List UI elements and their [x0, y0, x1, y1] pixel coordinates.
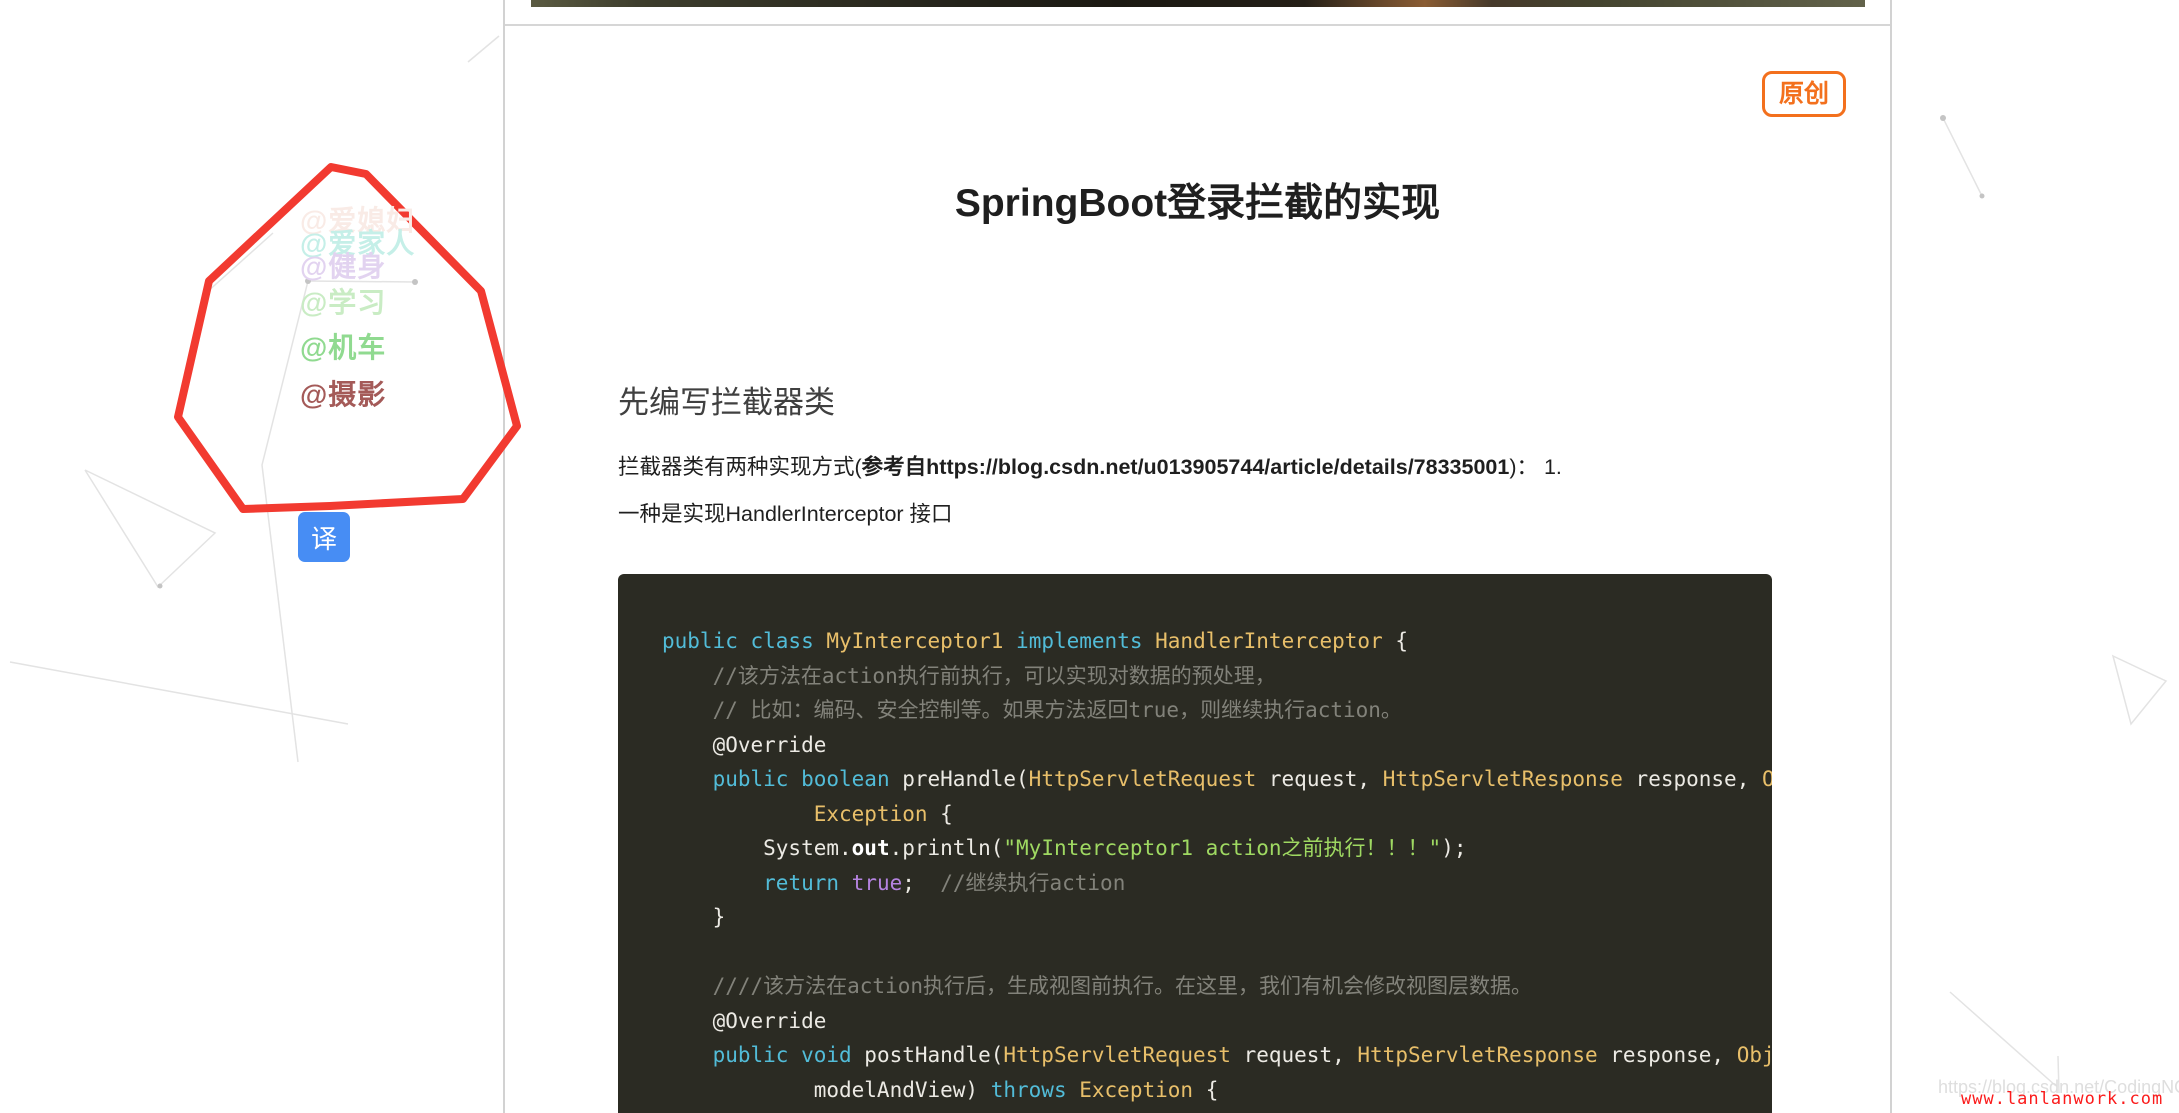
code-line: @Override — [662, 728, 1772, 763]
code-line: public void postHandle(HttpServletReques… — [662, 1038, 1772, 1073]
paragraph-bold-reference: 参考自https://blog.csdn.net/u013905744/arti… — [862, 455, 1510, 479]
original-badge: 原创 — [1762, 71, 1846, 117]
code-line: Exception { — [662, 797, 1772, 832]
section-heading: 先编写拦截器类 — [618, 381, 1777, 424]
code-block: public class MyInterceptor1 implements H… — [618, 574, 1772, 1113]
code-line: return true; //继续执行action — [662, 866, 1772, 901]
article-title: SpringBoot登录拦截的实现 — [618, 26, 1777, 231]
code-line: @Override — [662, 1004, 1772, 1039]
translate-button[interactable]: 译 — [298, 512, 350, 562]
article-card: 原创 SpringBoot登录拦截的实现 先编写拦截器类 拦截器类有两种实现方式… — [503, 0, 1892, 1113]
paragraph-text: )： 1. — [1509, 455, 1562, 479]
code-line: modelAndView) throws Exception { — [662, 1073, 1772, 1108]
code-line: //该方法在action执行前执行，可以实现对数据的预处理， — [662, 659, 1772, 694]
floating-tag: @健身 — [300, 252, 386, 282]
header-image-sliver — [531, 0, 1865, 7]
code-line: ////该方法在action执行后，生成视图前执行。在这里，我们有机会修改视图层… — [662, 969, 1772, 1004]
watermark-site: www.lanlanwork.com — [1961, 1089, 2163, 1109]
code-line: System.out.println("MyInterceptor1 actio… — [662, 831, 1772, 866]
article-header-strip — [505, 0, 1890, 26]
code-line: // 比如：编码、安全控制等。如果方法返回true，则继续执行action。 — [662, 693, 1772, 728]
floating-tag: @学习 — [300, 288, 386, 318]
floating-tag: @机车 — [300, 333, 386, 363]
code-line: public class MyInterceptor1 implements H… — [662, 624, 1772, 659]
article-body: 原创 SpringBoot登录拦截的实现 先编写拦截器类 拦截器类有两种实现方式… — [505, 26, 1890, 1113]
paragraph-text: 拦截器类有两种实现方式( — [618, 455, 862, 479]
article-paragraph: 拦截器类有两种实现方式(参考自https://blog.csdn.net/u01… — [618, 444, 1777, 538]
code-line: } — [662, 900, 1772, 935]
paragraph-text: 一种是实现HandlerInterceptor 接口 — [618, 502, 953, 526]
floating-tag: @摄影 — [300, 380, 386, 410]
code-line — [662, 935, 1772, 970]
code-line: public boolean preHandle(HttpServletRequ… — [662, 762, 1772, 797]
